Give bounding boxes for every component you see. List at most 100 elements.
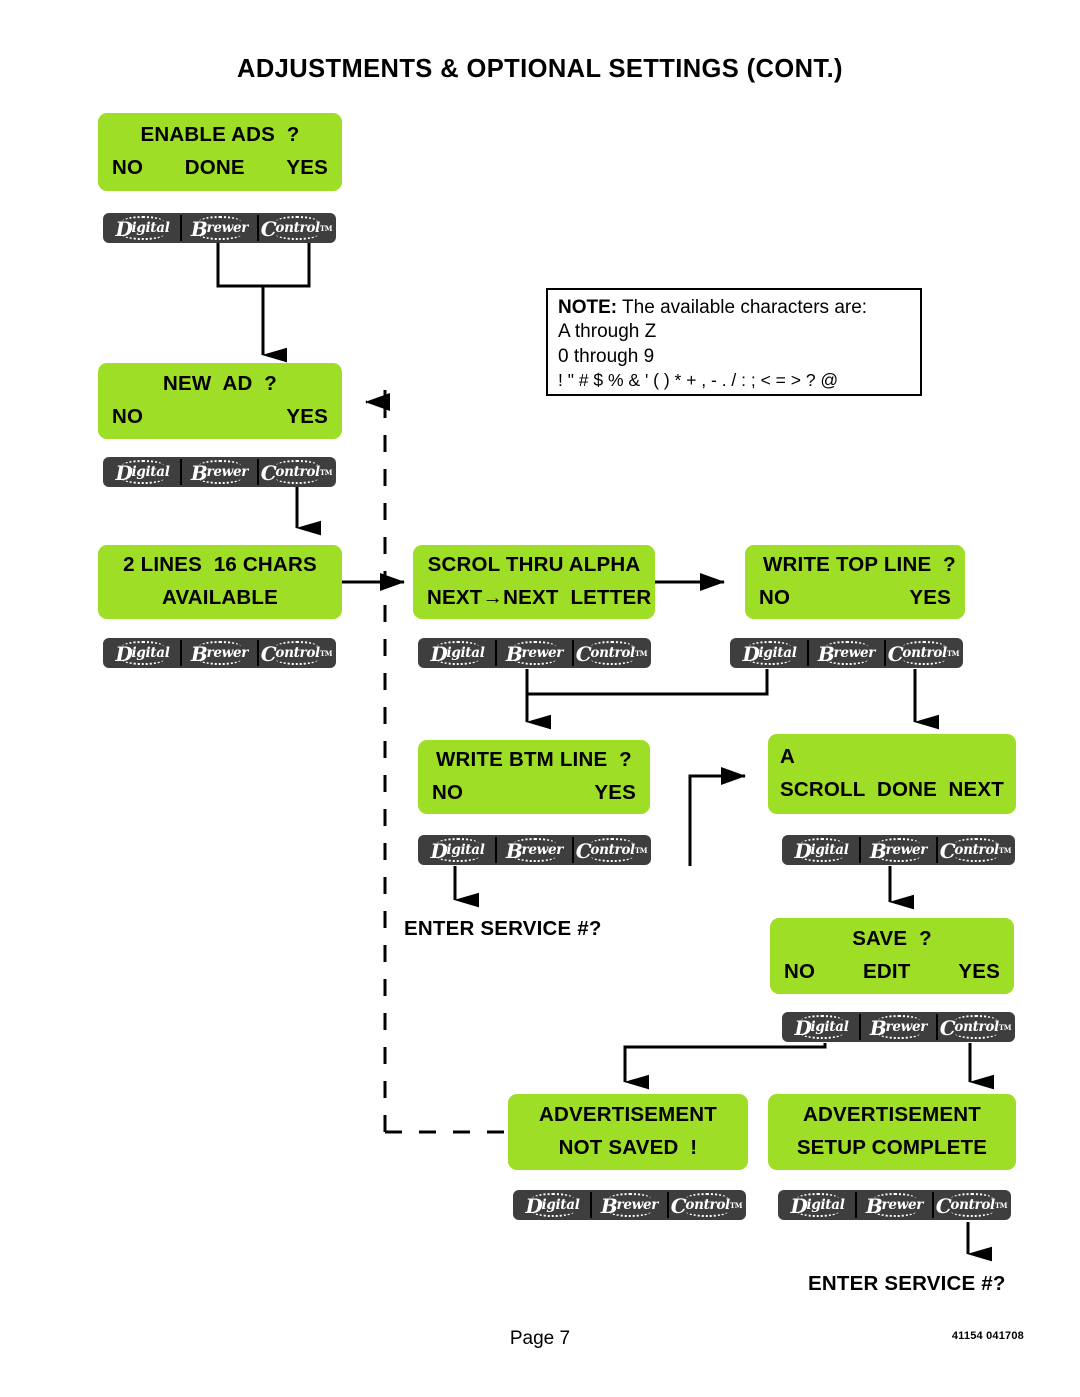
- logo-segment-digital: Digital: [515, 1192, 590, 1218]
- logo-brewer-rest: rewer: [885, 842, 928, 858]
- option-done[interactable]: DONE: [877, 779, 937, 801]
- screen-enable-ads[interactable]: ENABLE ADS ? NO DONE YES: [98, 113, 342, 191]
- logo-brewer-rest: rewer: [521, 842, 564, 858]
- logo-digital-cap: D: [742, 642, 760, 666]
- logo-digital-brewer-control: Digital Brewer Control TM: [418, 638, 651, 668]
- option-next[interactable]: NEXT: [949, 779, 1004, 801]
- logo-control-cap: C: [260, 642, 277, 666]
- logo-brewer-rest: rewer: [881, 1197, 924, 1213]
- logo-digital-cap: D: [794, 839, 812, 863]
- screen-write-top-line-options: NO YES: [759, 587, 951, 609]
- screen-write-btm-line-options: NO YES: [432, 782, 636, 804]
- logo-digital-cap: D: [525, 1194, 543, 1218]
- flowchart-connectors: [216, 243, 994, 1262]
- logo-control-cap: C: [887, 642, 904, 666]
- logo-brewer-cap: B: [505, 839, 523, 863]
- note-line-1-rest: The available characters are:: [617, 297, 868, 318]
- logo-digital-brewer-control: Digital Brewer Control TM: [782, 1012, 1015, 1042]
- screen-save-options: NO EDIT YES: [784, 961, 1000, 983]
- option-scroll[interactable]: SCROLL: [780, 779, 865, 801]
- logo-segment-brewer: Brewer: [180, 640, 257, 666]
- logo-segment-control: Control TM: [572, 640, 649, 666]
- logo-brewer-cap: B: [190, 217, 208, 241]
- logo-brewer-cap: B: [505, 642, 523, 666]
- logo-digital-brewer-control: Digital Brewer Control TM: [778, 1190, 1011, 1220]
- logo-digital-cap: D: [115, 461, 133, 485]
- option-yes[interactable]: YES: [594, 782, 636, 804]
- option-done[interactable]: DONE: [185, 157, 245, 179]
- logo-trademark: TM: [634, 845, 648, 855]
- logo-digital-cap: D: [794, 1016, 812, 1040]
- screen-character-entry[interactable]: A SCROLL DONE NEXT: [768, 734, 1016, 814]
- logo-control-rest: ontrol: [950, 1197, 995, 1213]
- option-yes[interactable]: YES: [958, 961, 1000, 983]
- screen-advertisement-setup-complete[interactable]: ADVERTISEMENT SETUP COMPLETE: [768, 1094, 1016, 1170]
- option-no[interactable]: NO: [759, 587, 790, 609]
- logo-segment-digital: Digital: [420, 837, 495, 863]
- screen-write-btm-line[interactable]: WRITE BTM LINE ? NO YES: [418, 740, 650, 814]
- option-yes[interactable]: YES: [909, 587, 951, 609]
- logo-segment-brewer: Brewer: [807, 640, 884, 666]
- option-edit[interactable]: EDIT: [863, 961, 911, 983]
- logo-digital-cap: D: [115, 642, 133, 666]
- logo-brewer-cap: B: [869, 839, 887, 863]
- footer-page-number: Page 7: [509, 1328, 571, 1349]
- logo-control-cap: C: [575, 839, 592, 863]
- screen-advertisement-not-saved[interactable]: ADVERTISEMENT NOT SAVED !: [508, 1094, 748, 1170]
- logo-segment-control: Control TM: [667, 1192, 744, 1218]
- logo-trademark: TM: [946, 648, 960, 658]
- screen-enable-ads-options: NO DONE YES: [112, 157, 328, 179]
- option-no[interactable]: NO: [432, 782, 463, 804]
- screen-scroll-thru-alpha[interactable]: SCROL THRU ALPHA NEXT→NEXT LETTER: [413, 545, 655, 619]
- screen-two-lines-available[interactable]: 2 LINES 16 CHARS AVAILABLE: [98, 545, 342, 619]
- screen-write-btm-line-line1: WRITE BTM LINE ?: [436, 748, 632, 772]
- note-label: NOTE:: [558, 297, 618, 318]
- option-yes[interactable]: YES: [286, 406, 328, 428]
- logo-segment-brewer: Brewer: [859, 1014, 936, 1040]
- logo-digital-brewer-control: Digital Brewer Control TM: [782, 835, 1015, 865]
- screen-write-top-line[interactable]: WRITE TOP LINE ? NO YES: [745, 545, 965, 619]
- logo-trademark: TM: [998, 845, 1012, 855]
- logo-segment-brewer: Brewer: [180, 459, 257, 485]
- option-yes[interactable]: YES: [286, 157, 328, 179]
- logo-control-rest: ontrol: [902, 645, 947, 661]
- logo-digital-rest: igital: [810, 1019, 849, 1035]
- logo-control-cap: C: [260, 217, 277, 241]
- note-line-2: A through Z: [558, 321, 657, 343]
- screen-new-ad[interactable]: NEW AD ? NO YES: [98, 363, 342, 439]
- logo-brewer-rest: rewer: [616, 1197, 659, 1213]
- logo-control-cap: C: [935, 1194, 952, 1218]
- logo-segment-control: Control TM: [936, 837, 1013, 863]
- screen-save[interactable]: SAVE ? NO EDIT YES: [770, 918, 1014, 994]
- logo-trademark: TM: [729, 1200, 743, 1210]
- logo-control-rest: ontrol: [954, 1019, 999, 1035]
- note-line-1: NOTE: The available characters are:: [558, 296, 910, 320]
- logo-segment-control: Control TM: [572, 837, 649, 863]
- logo-segment-brewer: Brewer: [495, 837, 572, 863]
- option-no[interactable]: NO: [112, 406, 143, 428]
- screen-enable-ads-line1: ENABLE ADS ?: [140, 123, 300, 147]
- enter-service-number-prompt-bottom: ENTER SERVICE #?: [808, 1272, 1006, 1295]
- note-line-3: 0 through 9: [558, 345, 655, 367]
- logo-segment-digital: Digital: [420, 640, 495, 666]
- logo-segment-digital: Digital: [105, 459, 180, 485]
- option-no[interactable]: NO: [784, 961, 815, 983]
- logo-control-rest: ontrol: [275, 645, 320, 661]
- logo-segment-control: Control TM: [936, 1014, 1013, 1040]
- logo-control-rest: ontrol: [275, 464, 320, 480]
- screen-scroll-alpha-line2: NEXT→NEXT LETTER: [427, 586, 652, 609]
- logo-digital-brewer-control: Digital Brewer Control TM: [730, 638, 963, 668]
- logo-digital-rest: igital: [131, 464, 170, 480]
- logo-brewer-rest: rewer: [206, 220, 249, 236]
- logo-digital-cap: D: [430, 642, 448, 666]
- logo-control-cap: C: [670, 1194, 687, 1218]
- logo-brewer-rest: rewer: [206, 464, 249, 480]
- logo-trademark: TM: [994, 1200, 1008, 1210]
- logo-segment-brewer: Brewer: [495, 640, 572, 666]
- logo-segment-brewer: Brewer: [859, 837, 936, 863]
- logo-digital-rest: igital: [446, 842, 485, 858]
- logo-trademark: TM: [998, 1022, 1012, 1032]
- logo-control-rest: ontrol: [685, 1197, 730, 1213]
- option-no[interactable]: NO: [112, 157, 143, 179]
- logo-segment-digital: Digital: [105, 640, 180, 666]
